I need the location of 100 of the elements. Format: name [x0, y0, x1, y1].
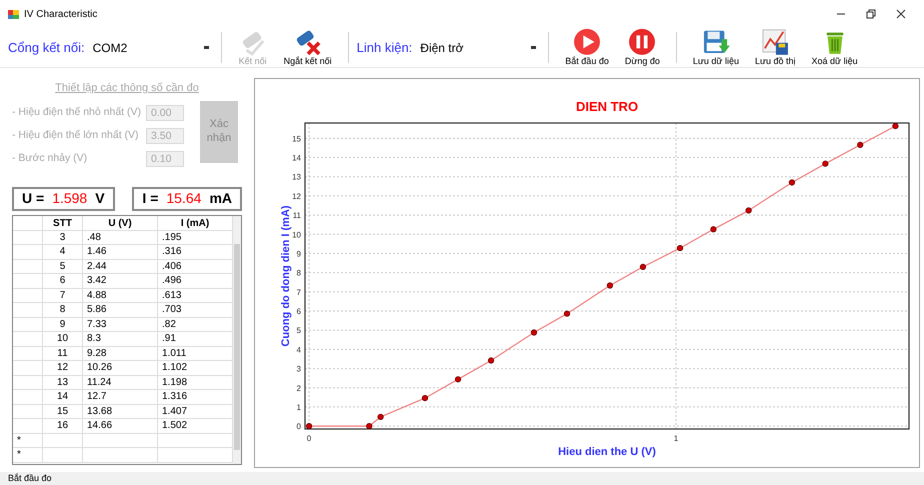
table-cell: 8.3	[83, 332, 158, 346]
data-point	[746, 207, 752, 214]
table-cell: 14	[43, 390, 83, 404]
app-icon	[8, 8, 20, 20]
y-tick-label: 14	[292, 154, 301, 163]
y-tick-label: 0	[296, 422, 301, 432]
row-header-cell[interactable]	[13, 303, 43, 318]
toolbar-button[interactable]: Dừng đo	[616, 28, 668, 67]
chart-floppy-icon	[760, 28, 790, 56]
y-tick-label: 9	[296, 249, 301, 258]
data-point	[422, 395, 428, 402]
y-tick-label: 13	[292, 172, 301, 182]
y-tick-label: 1	[296, 402, 301, 412]
table-cell: 12.7	[83, 390, 158, 404]
caret-icon	[531, 46, 536, 49]
row-header-cell[interactable]	[13, 419, 43, 434]
y-tick-label: 10	[292, 230, 301, 240]
table-cell: 3.42	[83, 274, 158, 288]
row-header-cell[interactable]	[13, 274, 43, 288]
corner-header-cell	[13, 216, 43, 230]
field-label: - Hiệu điện thế nhỏ nhất (V)	[12, 104, 141, 120]
field-label: - Bước nhảy (V)	[12, 150, 88, 166]
data-point	[710, 226, 717, 232]
dropdown[interactable]: Điện trở	[420, 36, 540, 58]
row-header-cell[interactable]	[13, 230, 43, 245]
y-tick-label: 4	[296, 345, 301, 354]
table-cell: 2.44	[83, 260, 158, 274]
table-cell: 16	[43, 419, 83, 434]
y-tick-label: 6	[296, 307, 301, 316]
reading-unit: mA	[209, 189, 232, 208]
reading-name: U =	[22, 189, 44, 208]
window-title: IV Characteristic	[24, 8, 98, 22]
row-header-cell[interactable]	[13, 404, 43, 419]
table-cell: 12	[43, 361, 83, 376]
data-point	[366, 423, 372, 430]
table-cell: 6	[43, 274, 83, 288]
row-header-cell[interactable]	[13, 260, 43, 274]
toolbar-button[interactable]: Lưu dữ liệu	[684, 28, 747, 67]
toolbar-button[interactable]: Bắt đầu đo	[557, 28, 617, 67]
status-text: Bắt đầu đo	[8, 472, 52, 485]
table-cell: 10	[43, 332, 83, 346]
data-point	[606, 282, 614, 289]
data-point	[530, 329, 538, 336]
combo-label: Linh kiện:	[356, 38, 412, 57]
row-header-cell[interactable]	[13, 288, 43, 303]
toolbar-button[interactable]: Ngắt kết nối	[276, 28, 340, 67]
table-cell: 9.28	[83, 346, 158, 361]
y-tick-label: 15	[292, 134, 301, 144]
y-tick-label: 5	[296, 326, 301, 336]
y-tick-label: 3	[296, 364, 301, 374]
data-point	[788, 179, 796, 186]
table-cell: 9	[43, 318, 83, 332]
data-point	[892, 122, 899, 130]
table-cell: 13.68	[83, 404, 158, 419]
y-tick-label: 8	[296, 268, 301, 278]
table-cell: .48	[83, 230, 158, 245]
table-cell: 8	[43, 303, 83, 318]
dropdown[interactable]: COM2	[92, 36, 213, 58]
close-icon	[896, 9, 906, 19]
x-axis-label: Hieu dien the U (V)	[558, 446, 656, 458]
data-point	[454, 376, 462, 382]
data-point	[564, 310, 570, 317]
table-cell: 11.24	[83, 376, 158, 390]
row-header-cell[interactable]	[13, 332, 43, 346]
restore-icon	[866, 9, 876, 19]
reading-unit: V	[95, 189, 105, 208]
row-header-cell[interactable]	[13, 390, 43, 404]
row-header-cell[interactable]	[13, 245, 43, 260]
table-cell: 1.46	[83, 245, 158, 260]
x-tick-label: 0	[306, 434, 312, 443]
y-tick-label: 7	[296, 288, 301, 297]
y-tick-label: 2	[296, 384, 301, 393]
y-axis-label: Cuong do dong dien I (mA)	[280, 205, 292, 347]
table-cell: 7.33	[83, 318, 158, 332]
row-header-cell[interactable]	[13, 346, 43, 361]
reading-value: 1.598	[52, 189, 88, 208]
table-cell: 13	[43, 376, 83, 390]
table-cell: 3	[43, 230, 83, 245]
y-tick-label: 12	[292, 192, 301, 201]
row-header-cell[interactable]	[13, 318, 43, 332]
table-cell: 10.26	[83, 361, 158, 376]
caret-icon	[204, 46, 209, 49]
data-point	[306, 423, 312, 430]
chart-title: DIEN TRO	[576, 99, 638, 114]
scrollbar[interactable]	[233, 216, 241, 464]
table-cell: 15	[43, 404, 83, 419]
y-tick-label: 11	[292, 211, 301, 220]
settings-title: Thiết lập các thông số cần đo	[55, 81, 199, 96]
reading-name: I =	[142, 189, 158, 208]
table-cell: 4	[43, 245, 83, 260]
column-header: U (V)	[83, 216, 158, 230]
data-point	[857, 142, 864, 148]
scrollbar-thumb[interactable]	[234, 244, 240, 450]
toolbar-button[interactable]: Lưu đồ thị	[746, 28, 804, 67]
table-cell: 5	[43, 260, 83, 274]
data-point	[378, 414, 384, 420]
toolbar-button[interactable]: Xoá dữ liệu	[804, 28, 866, 67]
reading-value: 15.64	[166, 189, 202, 208]
row-header-cell[interactable]	[13, 361, 43, 376]
row-header-cell[interactable]	[13, 376, 43, 390]
